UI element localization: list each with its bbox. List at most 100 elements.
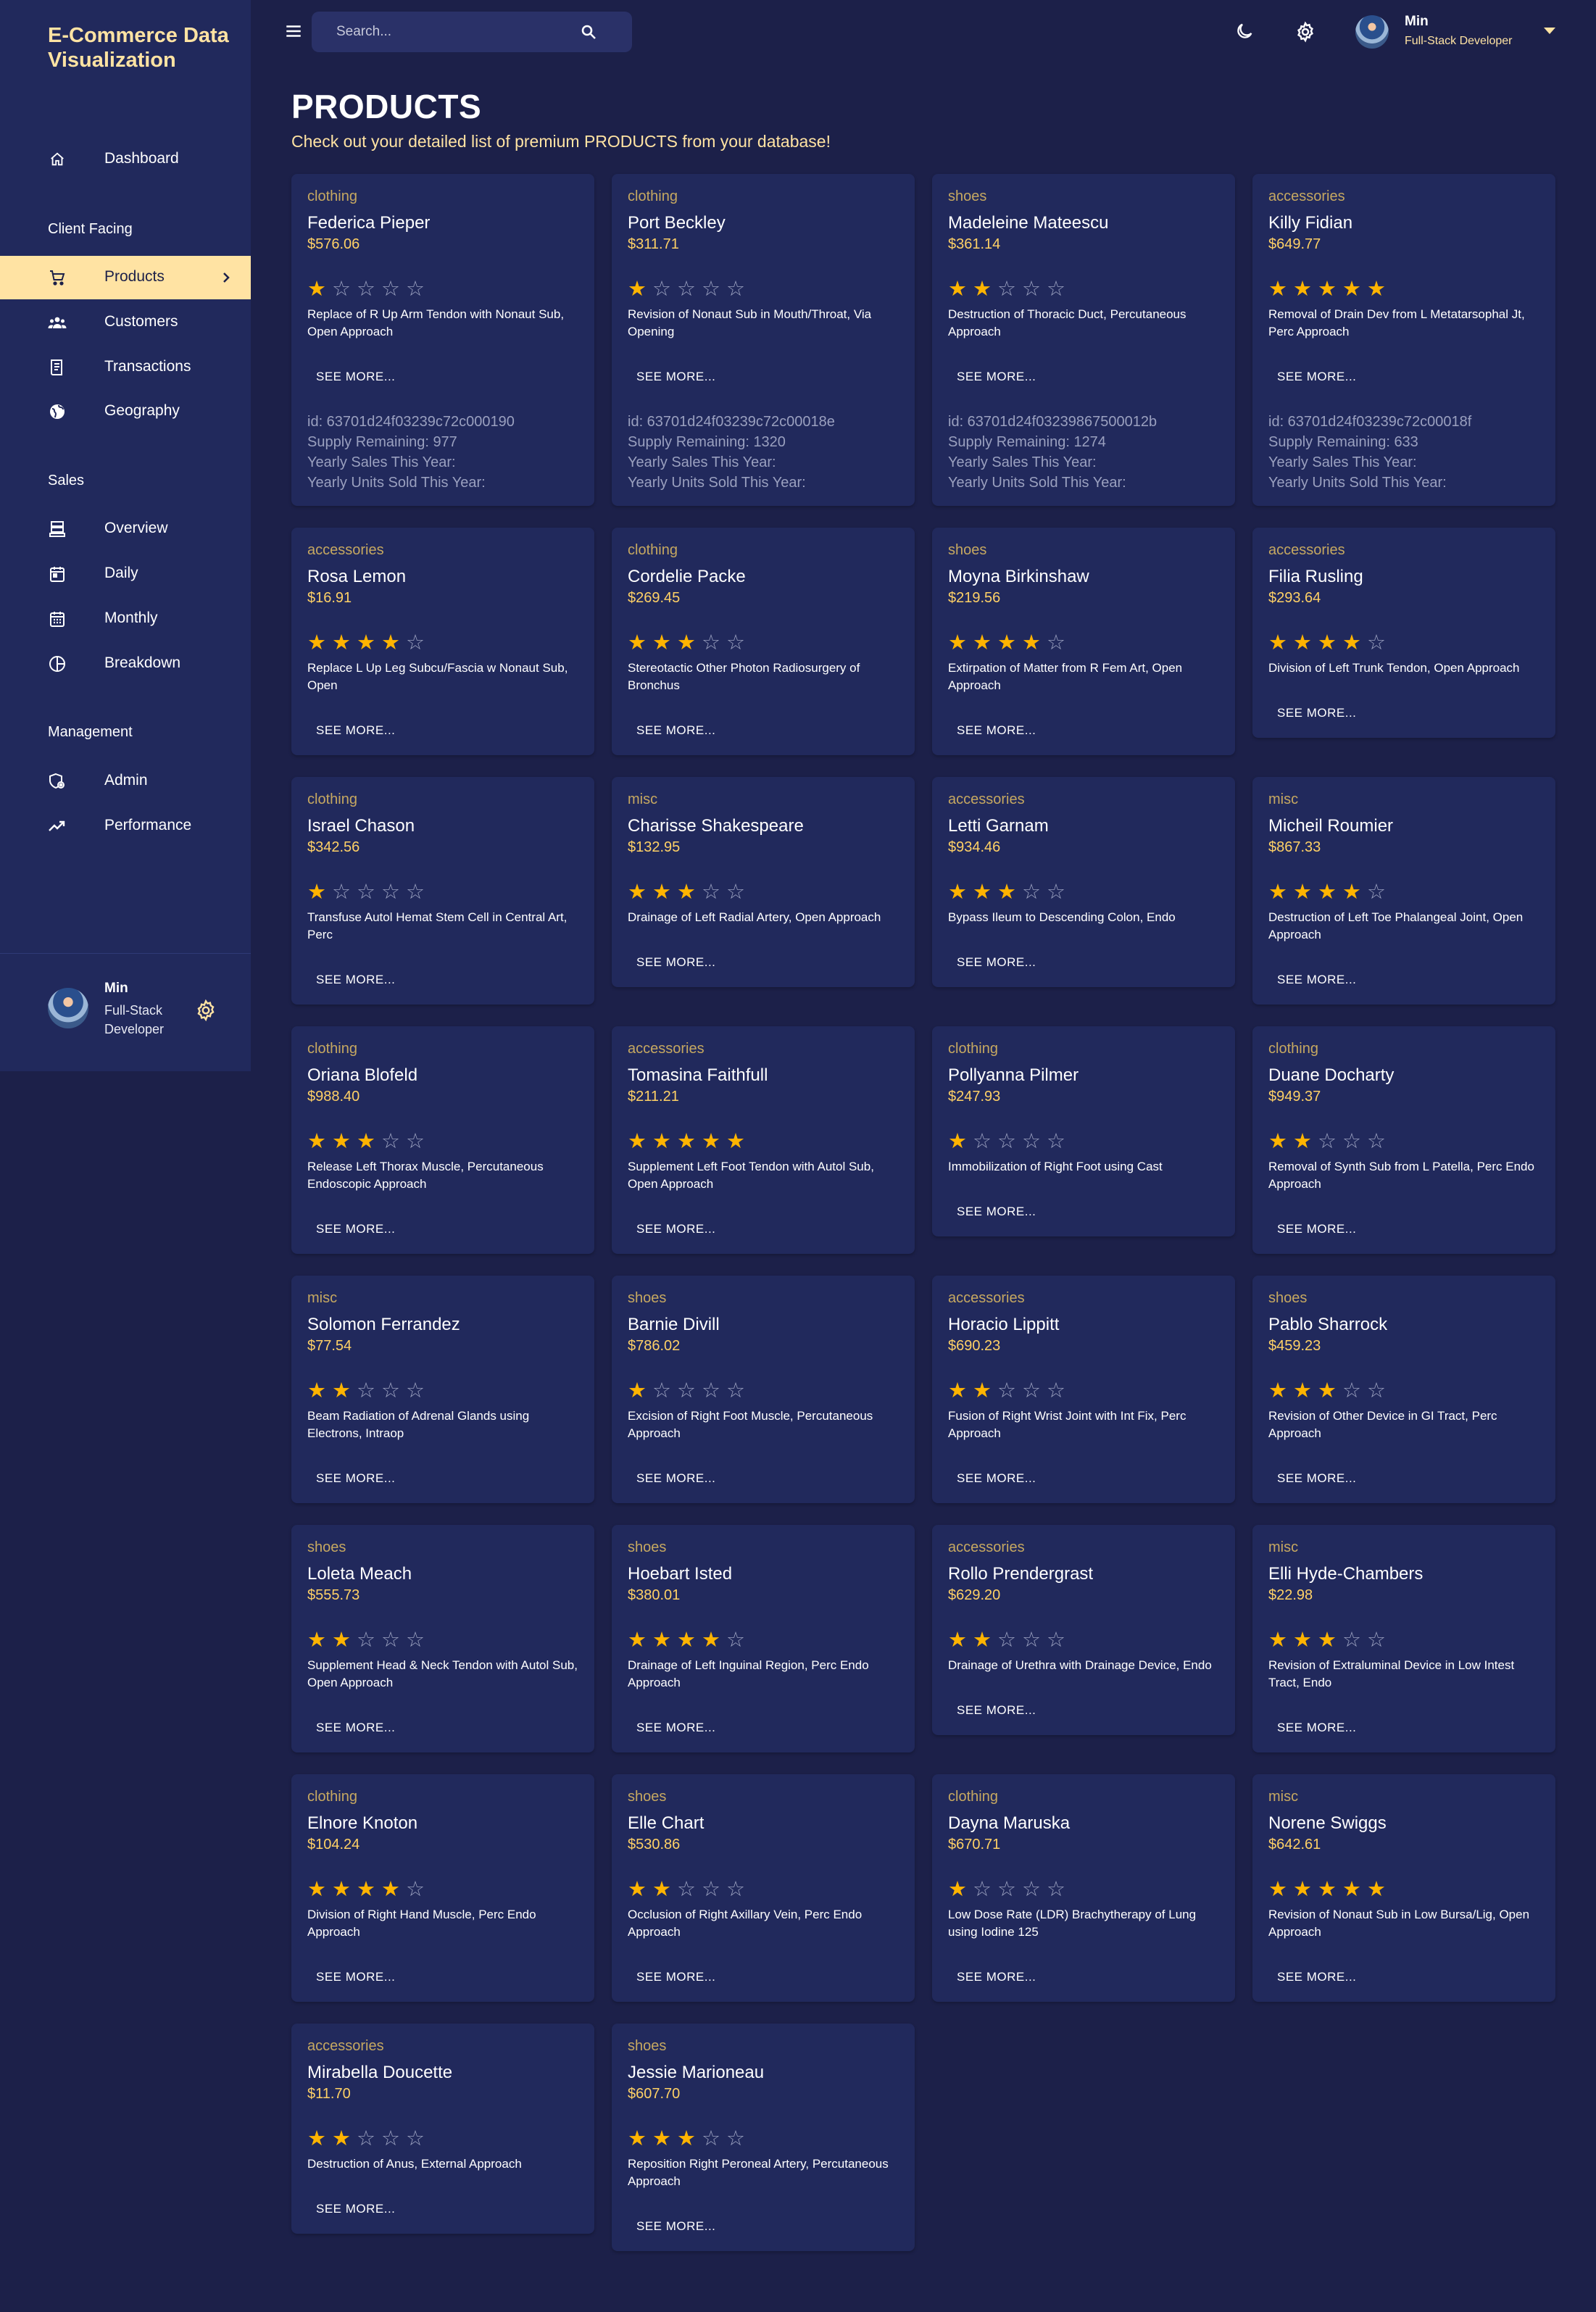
rating-stars: ★ ★ ★ ★ ☆ [948, 632, 1219, 654]
star-filled-icon: ★ [357, 1878, 375, 1901]
star-outline-icon: ☆ [702, 2127, 720, 2150]
see-more-button[interactable]: SEE MORE... [1268, 1218, 1365, 1241]
see-more-button[interactable]: SEE MORE... [948, 1699, 1044, 1722]
gear-icon[interactable] [194, 999, 217, 1022]
sidebar-item-monthly[interactable]: Monthly [0, 597, 251, 641]
see-more-button[interactable]: SEE MORE... [307, 968, 404, 991]
see-more-button[interactable]: SEE MORE... [307, 2197, 404, 2221]
star-filled-icon: ★ [652, 1130, 671, 1153]
star-outline-icon: ☆ [406, 631, 425, 654]
see-more-button[interactable]: SEE MORE... [1268, 365, 1365, 388]
star-outline-icon: ☆ [1367, 1130, 1386, 1153]
see-more-button[interactable]: SEE MORE... [307, 1716, 404, 1739]
see-more-button[interactable]: SEE MORE... [628, 1716, 724, 1739]
see-more-button[interactable]: SEE MORE... [628, 1966, 724, 1989]
product-category: clothing [948, 1041, 998, 1057]
sidebar-item-admin[interactable]: Admin [0, 760, 251, 803]
product-description: Stereotactic Other Photon Radiosurgery o… [628, 661, 860, 692]
product-price: $629.20 [948, 1587, 1001, 1603]
see-more-button[interactable]: SEE MORE... [948, 1200, 1044, 1223]
star-outline-icon: ☆ [406, 881, 425, 904]
admin-icon [48, 772, 67, 791]
search-icon[interactable] [580, 23, 597, 41]
star-filled-icon: ★ [1268, 1379, 1287, 1402]
product-card: misc Solomon Ferrandez $77.54 ★ ★ ☆ ☆ ☆ Beam Rad… [291, 1276, 594, 1503]
see-more-button[interactable]: SEE MORE... [307, 1218, 404, 1241]
star-filled-icon: ★ [1293, 1878, 1312, 1901]
product-price: $459.23 [1268, 1338, 1321, 1354]
chevron-down-icon[interactable] [1544, 28, 1555, 34]
see-more-button[interactable]: SEE MORE... [948, 1966, 1044, 1989]
see-more-button[interactable]: SEE MORE... [1268, 968, 1365, 991]
see-more-button[interactable]: SEE MORE... [628, 1467, 724, 1490]
product-description: Excision of Right Foot Muscle, Percutane… [628, 1409, 873, 1440]
sidebar-item-products[interactable]: Products [0, 256, 251, 299]
see-more-button[interactable]: SEE MORE... [948, 951, 1044, 974]
see-more-button[interactable]: SEE MORE... [307, 365, 404, 388]
see-more-button[interactable]: SEE MORE... [307, 719, 404, 742]
star-filled-icon: ★ [628, 1130, 647, 1153]
product-description: Revision of Extraluminal Device in Low I… [1268, 1658, 1515, 1689]
star-filled-icon: ★ [1293, 631, 1312, 654]
product-card: shoes Madeleine Mateescu $361.14 ★ ★ ☆ ☆ ☆ Destr… [932, 174, 1235, 506]
yearly-units-label: Yearly Units Sold This Year: [948, 475, 1126, 491]
product-card: shoes Hoebart Isted $380.01 ★ ★ ★ ★ ☆ Drainage o… [612, 1525, 915, 1752]
sidebar-item-customers[interactable]: Customers [0, 301, 251, 344]
product-category: accessories [307, 2038, 384, 2054]
sidebar-item-daily[interactable]: Daily [0, 552, 251, 596]
sidebar-item-transactions[interactable]: Transactions [0, 346, 251, 389]
product-name: Oriana Blofeld [307, 1065, 418, 1085]
gear-icon[interactable] [1294, 21, 1316, 43]
star-outline-icon: ☆ [332, 278, 351, 301]
sidebar-item-overview[interactable]: Overview [0, 507, 251, 551]
product-name: Port Beckley [628, 213, 726, 233]
menu-icon[interactable] [284, 22, 303, 41]
see-more-button[interactable]: SEE MORE... [948, 365, 1044, 388]
search-input[interactable] [336, 22, 554, 42]
page-subtitle: Check out your detailed list of premium … [291, 132, 831, 151]
see-more-button[interactable]: SEE MORE... [307, 1966, 404, 1989]
see-more-button[interactable]: SEE MORE... [1268, 1716, 1365, 1739]
product-card: shoes Loleta Meach $555.73 ★ ★ ☆ ☆ ☆ Supplement … [291, 1525, 594, 1752]
star-filled-icon: ★ [381, 1878, 400, 1901]
star-filled-icon: ★ [973, 881, 992, 904]
moon-icon[interactable] [1234, 21, 1255, 41]
see-more-button[interactable]: SEE MORE... [1268, 702, 1365, 725]
see-more-button[interactable]: SEE MORE... [628, 1218, 724, 1241]
product-name: Pollyanna Pilmer [948, 1065, 1079, 1085]
see-more-button[interactable]: SEE MORE... [628, 719, 724, 742]
star-filled-icon: ★ [702, 1130, 720, 1153]
product-grid: clothing Federica Pieper $576.06 ★ ☆ ☆ ☆ ☆ Repla… [291, 174, 1555, 2251]
product-price: $269.45 [628, 590, 681, 606]
star-outline-icon: ☆ [726, 2127, 745, 2150]
see-more-button[interactable]: SEE MORE... [948, 1467, 1044, 1490]
see-more-button[interactable]: SEE MORE... [628, 951, 724, 974]
star-outline-icon: ☆ [1367, 1629, 1386, 1652]
sidebar-item-dashboard[interactable]: Dashboard [0, 138, 251, 181]
yearly-sales-label: Yearly Sales This Year: [948, 454, 1097, 470]
avatar[interactable] [1355, 15, 1389, 49]
star-outline-icon: ☆ [973, 1878, 992, 1901]
star-filled-icon: ★ [973, 631, 992, 654]
see-more-button[interactable]: SEE MORE... [948, 719, 1044, 742]
see-more-button[interactable]: SEE MORE... [307, 1467, 404, 1490]
see-more-button[interactable]: SEE MORE... [1268, 1467, 1365, 1490]
sidebar-item-geography[interactable]: Geography [0, 390, 251, 433]
star-filled-icon: ★ [307, 1878, 326, 1901]
product-description: Removal of Drain Dev from L Metatarsopha… [1268, 307, 1525, 338]
star-filled-icon: ★ [1268, 1878, 1287, 1901]
star-filled-icon: ★ [652, 631, 671, 654]
see-more-button[interactable]: SEE MORE... [1268, 1966, 1365, 1989]
product-card: accessories Filia Rusling $293.64 ★ ★ ★ ★ ☆ Divi… [1252, 528, 1555, 738]
see-more-button[interactable]: SEE MORE... [628, 2215, 724, 2238]
see-more-button[interactable]: SEE MORE... [628, 365, 724, 388]
product-price: $786.02 [628, 1338, 681, 1354]
star-outline-icon: ☆ [1047, 1379, 1065, 1402]
star-filled-icon: ★ [1318, 278, 1337, 301]
product-category: misc [628, 791, 658, 807]
point-of-sale-icon [48, 520, 67, 539]
product-description: Supplement Head & Neck Tendon with Autol… [307, 1658, 578, 1689]
sidebar-item-performance[interactable]: Performance [0, 804, 251, 848]
sidebar-item-breakdown[interactable]: Breakdown [0, 642, 251, 686]
product-id: id: 63701d24f03239867500012b [948, 414, 1157, 430]
